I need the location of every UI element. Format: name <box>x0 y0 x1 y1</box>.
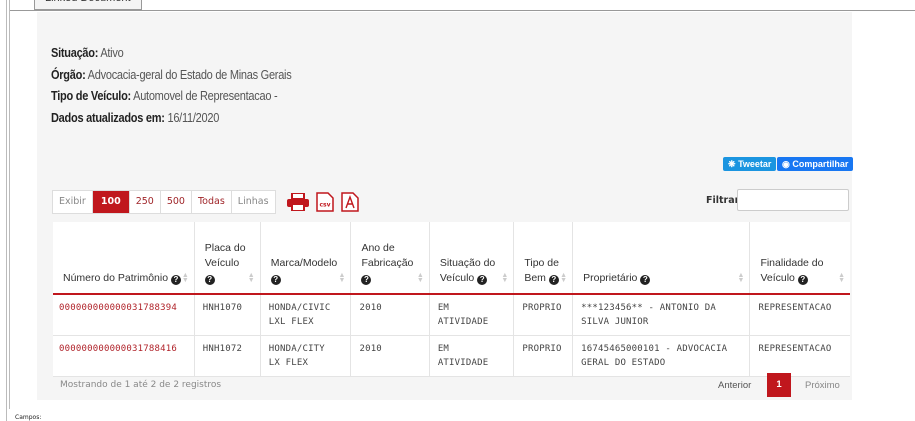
facebook-icon: ◉ <box>782 159 790 169</box>
cell-placa: HNH1072 <box>194 335 261 377</box>
dados-atualizados-line: Dados atualizados em: 16/11/2020 <box>51 110 220 125</box>
table-info: Mostrando de 1 até 2 de 2 registros <box>60 380 222 390</box>
col-header-marca[interactable]: Marca/Modelo? ▲ ▼ <box>260 222 352 295</box>
cell-marca: HONDA/CITY LX FLEX <box>260 335 352 377</box>
length-option-all[interactable]: Todas <box>192 191 232 213</box>
length-option-500[interactable]: 500 <box>161 191 192 213</box>
sort-icon: ▲ ▼ <box>181 272 189 284</box>
patrimonio-link[interactable]: 000000000000031788394 <box>53 294 195 336</box>
pagination-next[interactable]: Próximo <box>805 380 840 391</box>
cell-tipo: PROPRIO <box>513 294 574 336</box>
cell-ano: 2010 <box>350 335 430 377</box>
length-option-100[interactable]: 100 <box>92 191 130 213</box>
length-label-show: Exibir <box>53 191 93 213</box>
cell-finalidade: REPRESENTACAO <box>749 335 850 377</box>
pagination-previous[interactable]: Anterior <box>718 380 751 391</box>
col-header-placa[interactable]: Placa do Veículo? ▲ ▼ <box>194 222 261 295</box>
vehicles-table: Número do Patrimônio ? ▲ ▼ Placa do Veículo… <box>53 222 850 377</box>
help-icon: ? <box>797 275 808 285</box>
share-button[interactable]: ◉ Compartilhar <box>777 157 854 171</box>
help-icon: ? <box>640 275 651 285</box>
cell-tipo: PROPRIO <box>513 335 574 377</box>
export-icons: csv <box>287 191 359 213</box>
sort-icon: ▲ ▼ <box>737 272 745 284</box>
length-option-250[interactable]: 250 <box>130 191 161 213</box>
tweet-button[interactable]: ❋ Tweetar <box>723 157 777 171</box>
cell-proprietario: ***123456** - ANTONIO DA SILVA JUNIOR <box>572 294 751 336</box>
col-header-proprietario[interactable]: Proprietário ? ▲ ▼ <box>572 222 751 295</box>
csv-icon[interactable]: csv <box>316 192 334 212</box>
sort-icon: ▲ ▼ <box>501 272 509 284</box>
cell-marca: HONDA/CIVIC LXL FLEX <box>260 294 352 336</box>
table-header-row: Número do Patrimônio ? ▲ ▼ Placa do Veículo… <box>53 222 850 295</box>
length-menu: Exibir 100 250 500 Todas Linhas <box>52 190 276 214</box>
vehicle-info: Situação: Ativo Órgão: Advocacia-geral d… <box>51 43 292 129</box>
patrimonio-link[interactable]: 000000000000031788416 <box>53 335 195 377</box>
window-frame-left <box>0 0 7 421</box>
cell-finalidade: REPRESENTACAO <box>749 294 850 336</box>
help-icon: ? <box>204 275 215 285</box>
sort-icon: ▲ ▼ <box>338 272 346 284</box>
cell-situacao: EM ATIVIDADE <box>429 335 515 377</box>
col-header-ano[interactable]: Ano de Fabricação? ▲ ▼ <box>350 222 430 295</box>
situacao-line: Situação: Ativo <box>51 46 124 60</box>
cell-placa: HNH1070 <box>194 294 261 336</box>
cell-proprietario: 16745465000101 - ADVOCACIA GERAL DO ESTAD… <box>572 335 751 377</box>
col-header-finalidade[interactable]: Finalidade do Veículo ? ▲ ▼ <box>749 222 850 295</box>
pdf-icon[interactable] <box>341 192 359 212</box>
col-header-patrimonio[interactable]: Número do Patrimônio ? ▲ ▼ <box>53 222 195 295</box>
help-icon: ? <box>361 275 372 285</box>
window-frame-inner <box>9 0 10 409</box>
table-row: 000000000000031788394 HNH1070 HONDA/CIVI… <box>53 294 850 336</box>
table-row: 000000000000031788416 HNH1072 HONDA/CITY… <box>53 335 850 377</box>
pagination-page-1[interactable]: 1 <box>767 373 791 397</box>
sort-icon: ▲ ▼ <box>560 272 568 284</box>
tab-bar: Linked Document <box>10 0 915 11</box>
sort-icon: ▲ ▼ <box>247 272 255 284</box>
help-icon: ? <box>270 275 281 285</box>
length-label-rows: Linhas <box>237 196 269 207</box>
sort-icon: ▲ ▼ <box>416 272 424 284</box>
cell-situacao: EM ATIVIDADE <box>429 294 515 336</box>
svg-text:csv: csv <box>319 202 330 209</box>
tab-linked-document[interactable]: Linked Document <box>34 0 142 10</box>
sort-icon: ▲ ▼ <box>838 272 845 284</box>
twitter-icon: ❋ <box>728 159 736 169</box>
col-header-tipo-bem[interactable]: Tipo de Bem ? ▲ ▼ <box>513 222 574 295</box>
help-icon: ? <box>170 275 181 285</box>
printer-icon[interactable] <box>287 193 309 211</box>
fields-label: Campos: <box>15 414 42 421</box>
help-icon: ? <box>548 275 559 285</box>
cell-ano: 2010 <box>350 294 430 336</box>
col-header-situacao[interactable]: Situação do Veículo ? ▲ ▼ <box>429 222 515 295</box>
tipo-veiculo-line: Tipo de Veículo: Automovel de Representa… <box>51 89 278 103</box>
filter-input[interactable] <box>737 189 849 211</box>
orgao-line: Órgão: Advocacia-geral do Estado de Mina… <box>51 67 292 82</box>
help-icon: ? <box>477 275 488 285</box>
